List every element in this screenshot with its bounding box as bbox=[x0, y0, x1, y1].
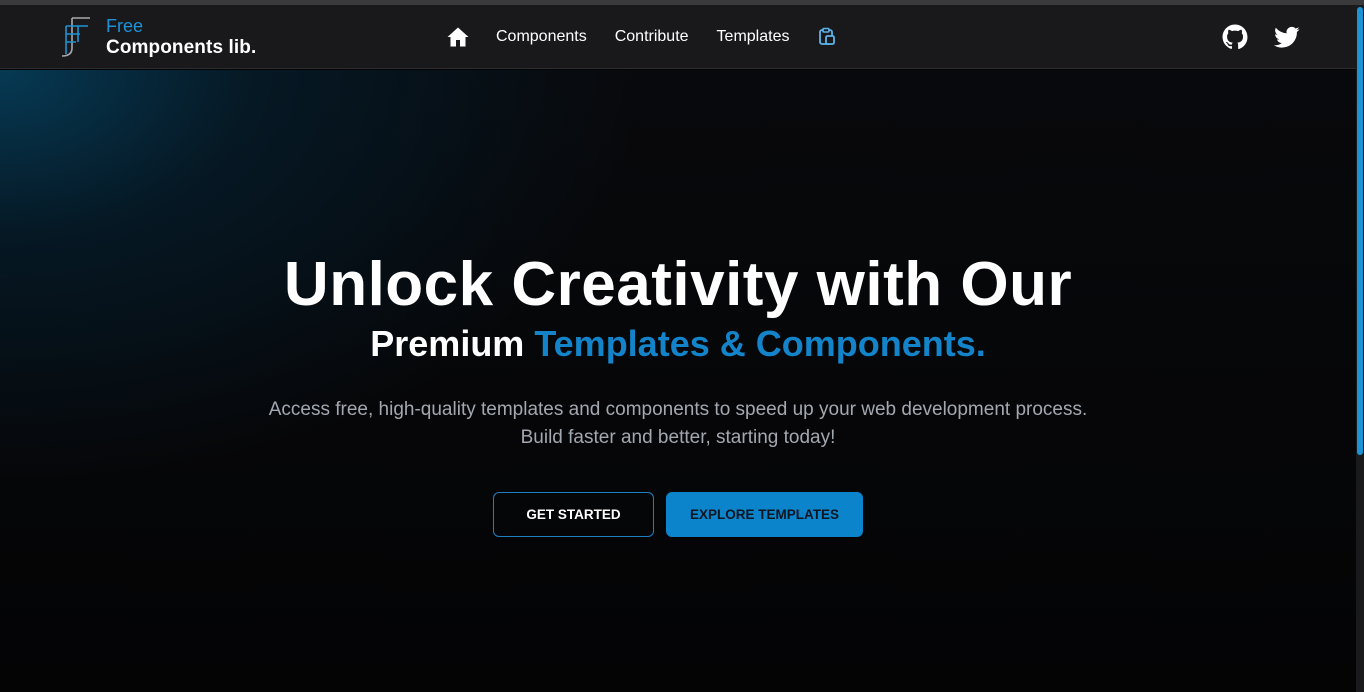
hero-section: Unlock Creativity with Our Premium Templ… bbox=[0, 70, 1356, 692]
hero-actions: GET STARTED EXPLORE TEMPLATES bbox=[0, 492, 1356, 537]
hero-subtitle-plain: Premium bbox=[370, 323, 525, 364]
logo-f-mark-icon bbox=[61, 17, 90, 57]
navbar: Free Components lib. Components Contribu… bbox=[0, 5, 1356, 69]
brand-line2: Components lib. bbox=[106, 37, 257, 58]
brand-line1: Free bbox=[106, 16, 144, 36]
nav-link-templates[interactable]: Templates bbox=[717, 28, 790, 46]
hero-subtitle-accent: Templates & Components. bbox=[534, 323, 986, 364]
get-started-button[interactable]: GET STARTED bbox=[493, 492, 654, 537]
hero-subtitle: Premium Templates & Components. bbox=[0, 322, 1356, 366]
nav-link-components[interactable]: Components bbox=[496, 28, 587, 46]
brand-logo[interactable]: Free Components lib. bbox=[58, 14, 256, 60]
page-scrollbar[interactable] bbox=[1356, 5, 1364, 692]
hero-description: Access free, high-quality templates and … bbox=[268, 399, 1088, 448]
hero-title: Unlock Creativity with Our bbox=[283, 250, 1073, 319]
github-icon[interactable] bbox=[1222, 24, 1248, 50]
main-nav: Components Contribute Templates bbox=[446, 5, 837, 69]
clipboard-icon[interactable] bbox=[817, 27, 837, 47]
home-icon[interactable] bbox=[446, 25, 470, 49]
twitter-icon[interactable] bbox=[1274, 24, 1300, 50]
scrollbar-thumb[interactable] bbox=[1357, 7, 1363, 455]
explore-templates-button[interactable]: EXPLORE TEMPLATES bbox=[666, 492, 863, 537]
social-links bbox=[1196, 5, 1300, 69]
brand-text: Free Components lib. bbox=[106, 16, 256, 58]
nav-link-contribute[interactable]: Contribute bbox=[615, 28, 689, 46]
